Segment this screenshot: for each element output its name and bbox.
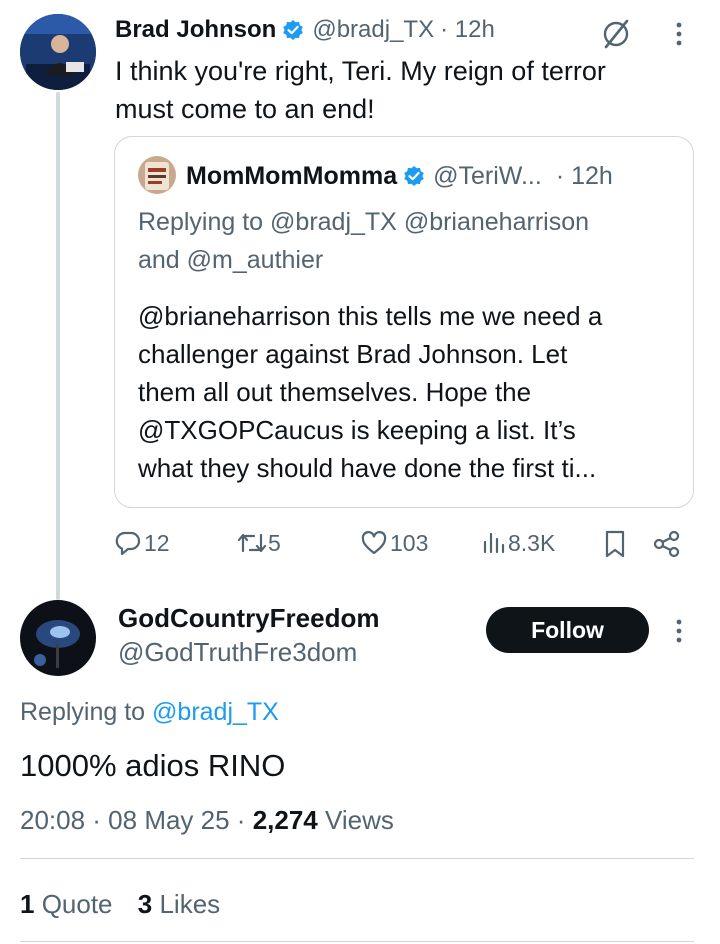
reply-icon	[114, 529, 142, 557]
divider	[20, 941, 694, 942]
quotes-stat[interactable]: 1 Quote	[20, 889, 113, 919]
verified-badge-icon	[403, 165, 425, 187]
mention-link[interactable]: @brianeharrison	[404, 208, 589, 236]
quote-text-line: challenger against Brad Johnson. Let	[138, 339, 568, 369]
avatar-godcountryfreedom[interactable]	[20, 600, 96, 676]
like-icon	[360, 529, 388, 557]
quote-author-name[interactable]: MomMomMomma	[186, 162, 397, 191]
views-button[interactable]: 8.3K	[480, 529, 555, 557]
repost-icon	[236, 529, 268, 557]
tweet-author-name[interactable]: Brad Johnson	[115, 16, 276, 44]
more-icon[interactable]	[670, 617, 688, 645]
likes-stat[interactable]: 3 Likes	[138, 889, 220, 919]
reply-timestamp[interactable]: 20:08 · 08 May 25 ·	[20, 805, 253, 835]
avatar-brad-johnson[interactable]	[20, 14, 96, 90]
tweet-handle[interactable]: @bradj_TX	[312, 16, 434, 44]
quote-text-line: what they should have done the first ti.…	[138, 453, 597, 483]
mention-link[interactable]: @m_authier	[187, 246, 324, 274]
more-icon[interactable]	[670, 20, 688, 48]
quote-text-line: @brianeharrison this tells me we need a	[138, 301, 603, 331]
like-button[interactable]: 103	[360, 529, 428, 557]
quote-handle[interactable]: @TeriW...	[433, 162, 542, 191]
tweet-text-line: must come to an end!	[115, 94, 375, 124]
quote-text-line: @TXGOPCaucus is keeping a list. It’s	[138, 415, 576, 445]
divider	[20, 858, 694, 859]
follow-button[interactable]: Follow	[486, 607, 649, 653]
quote-time[interactable]: · 12h	[556, 162, 613, 191]
tweet-text-line: I think you're right, Teri. My reign of …	[115, 56, 606, 86]
views-count: 8.3K	[508, 529, 556, 556]
quote-replying-to-cont: and @m_authier	[138, 246, 324, 274]
reply-handle[interactable]: @GodTruthFre3dom	[118, 635, 379, 669]
tweet-time[interactable]: · 12h	[440, 16, 495, 44]
reply-replying-to: Replying to @bradj_TX	[20, 698, 279, 726]
reply-author-name[interactable]: GodCountryFreedom	[118, 601, 379, 635]
bookmark-icon[interactable]	[602, 529, 628, 559]
quote-text-line: them all out themselves. Hope the	[138, 377, 532, 407]
reply-count: 12	[144, 529, 170, 556]
like-count: 103	[390, 529, 429, 556]
share-icon[interactable]	[652, 529, 682, 559]
views-icon	[480, 529, 508, 557]
quote-replying-to: Replying to @bradj_TX @brianeharrison	[138, 208, 590, 236]
reply-metadata: 20:08 · 08 May 25 · 2,274 Views	[20, 802, 394, 838]
tweet-action-bar: 12 5 103 8.3K	[114, 526, 694, 562]
repost-button[interactable]: 5	[236, 529, 281, 557]
verified-badge-icon	[282, 19, 304, 41]
reply-text: 1000% adios RINO	[20, 748, 286, 783]
avatar-mommommomma[interactable]	[138, 156, 176, 194]
reply-views-label: Views	[317, 805, 394, 835]
grok-icon[interactable]	[600, 18, 632, 50]
thread-line	[56, 92, 60, 600]
engagement-stats: 1 Quote 3 Likes	[20, 886, 220, 922]
reply-views-count: 2,274	[252, 805, 318, 835]
mention-link[interactable]: @bradj_TX	[152, 698, 279, 726]
mention-link[interactable]: @bradj_TX	[270, 208, 397, 236]
repost-count: 5	[268, 529, 281, 556]
reply-button[interactable]: 12	[114, 529, 170, 557]
